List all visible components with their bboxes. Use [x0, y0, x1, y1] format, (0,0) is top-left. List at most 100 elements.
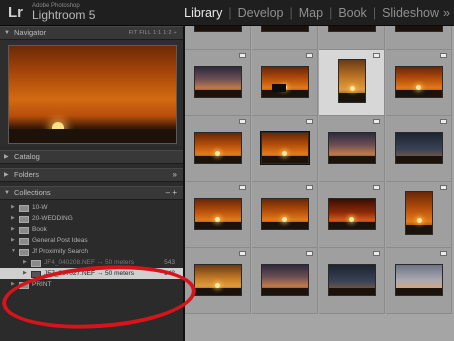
thumbnail-horizon [396, 156, 442, 163]
grid-cell[interactable] [185, 182, 251, 248]
add-remove-collection-icon[interactable]: – + [166, 187, 177, 199]
grid-cell[interactable] [386, 50, 452, 116]
navigator-header[interactable]: ▼ Navigator FIT FILL 1:1 1:2 ÷ [0, 26, 183, 40]
collections-header[interactable]: ▼ Collections – + [0, 186, 183, 200]
disclosure-triangle-icon[interactable]: ▼ [11, 246, 16, 257]
module-picker: Library | Develop | Map | Book | Slidesh… [182, 0, 454, 25]
thumbnail-horizon [396, 90, 442, 97]
photo-thumbnail[interactable] [260, 131, 310, 165]
grid-cell[interactable] [386, 248, 452, 314]
photo-thumbnail[interactable] [405, 191, 433, 235]
more-modules-icon[interactable]: » [441, 6, 454, 20]
metadata-badge-icon[interactable] [440, 53, 447, 58]
photo-thumbnail[interactable] [395, 66, 443, 98]
disclosure-triangle-icon[interactable]: ▶ [11, 279, 15, 290]
collection-item[interactable]: ▶ 20-WEDDING [0, 213, 183, 224]
metadata-badge-icon[interactable] [239, 53, 246, 58]
folders-header[interactable]: ▶ Folders » [0, 168, 183, 182]
grid-cell[interactable] [252, 248, 318, 314]
grid-cell[interactable] [185, 26, 251, 50]
metadata-badge-icon[interactable] [306, 185, 313, 190]
grid-cell[interactable] [185, 116, 251, 182]
photo-thumbnail[interactable] [194, 26, 242, 32]
metadata-badge-icon[interactable] [373, 251, 380, 256]
module-map[interactable]: Map [297, 6, 325, 20]
metadata-badge-icon[interactable] [440, 119, 447, 124]
grid-cell[interactable] [319, 182, 385, 248]
thumbnail-sun [282, 217, 287, 222]
photo-thumbnail[interactable] [261, 264, 309, 296]
module-library[interactable]: Library [182, 6, 224, 20]
collection-item[interactable]: ▶ Book [0, 224, 183, 235]
photo-thumbnail[interactable] [328, 198, 376, 230]
grid-cell[interactable] [185, 50, 251, 116]
disclosure-triangle-icon[interactable]: ▶ [23, 268, 27, 279]
metadata-badge-icon[interactable] [239, 185, 246, 190]
metadata-badge-icon[interactable] [373, 119, 380, 124]
folders-action-icon[interactable]: » [173, 169, 177, 181]
grid-cell[interactable] [252, 26, 318, 50]
module-slideshow[interactable]: Slideshow [380, 6, 441, 20]
photo-thumbnail[interactable] [328, 264, 376, 296]
photo-thumbnail[interactable] [194, 264, 242, 296]
photo-thumbnail[interactable] [194, 132, 242, 164]
collection-icon [19, 249, 29, 256]
metadata-badge-icon[interactable] [440, 251, 447, 256]
collection-item[interactable]: ▶ JF7_007027.NEF → 50 meters 548 [0, 268, 183, 279]
grid-cell[interactable] [386, 26, 452, 50]
navigator-zoom-options[interactable]: FIT FILL 1:1 1:2 ÷ [129, 27, 177, 39]
photo-thumbnail[interactable] [395, 26, 443, 32]
metadata-badge-icon[interactable] [239, 251, 246, 256]
disclosure-triangle-icon[interactable]: ▶ [11, 213, 15, 224]
catalog-header[interactable]: ▶ Catalog [0, 150, 183, 164]
disclosure-triangle-icon[interactable]: ▶ [23, 257, 27, 268]
metadata-badge-icon[interactable] [440, 185, 447, 190]
module-book[interactable]: Book [336, 6, 369, 20]
collection-item[interactable]: ▶ JF4_040208.NEF → 50 meters 543 [0, 257, 183, 268]
photo-thumbnail[interactable] [395, 264, 443, 296]
collection-item[interactable]: ▶ General Post Ideas [0, 235, 183, 246]
grid-cell[interactable] [319, 248, 385, 314]
disclosure-triangle-icon[interactable]: ▶ [11, 202, 15, 213]
thumbnail-sun [350, 86, 355, 91]
photo-thumbnail[interactable] [328, 132, 376, 164]
photo-thumbnail[interactable] [194, 66, 242, 98]
collection-label: PRINT [32, 281, 52, 288]
thumbnail-sun [416, 85, 421, 90]
navigator-preview[interactable] [0, 40, 183, 146]
metadata-badge-icon[interactable] [306, 53, 313, 58]
grid-cell[interactable] [319, 26, 385, 50]
photo-thumbnail[interactable] [261, 198, 309, 230]
thumbnail-sun [215, 151, 220, 156]
grid-cell[interactable] [319, 50, 385, 116]
collection-label: Book [32, 226, 47, 233]
photo-thumbnail[interactable] [261, 66, 309, 98]
grid-cell[interactable] [252, 182, 318, 248]
collection-icon [19, 205, 29, 212]
disclosure-triangle-icon[interactable]: ▶ [11, 224, 15, 235]
collection-item[interactable]: ▶ 10-W [0, 202, 183, 213]
collection-label: Jf Proximity Search [32, 248, 88, 255]
thumbnail-horizon [329, 156, 375, 163]
photo-thumbnail[interactable] [328, 26, 376, 32]
photo-thumbnail[interactable] [338, 59, 366, 103]
metadata-badge-icon[interactable] [373, 185, 380, 190]
collection-item[interactable]: ▶ PRINT [0, 279, 183, 290]
photo-thumbnail[interactable] [395, 132, 443, 164]
grid-cell[interactable] [252, 116, 318, 182]
module-develop[interactable]: Develop [236, 6, 286, 20]
grid-cell[interactable] [386, 182, 452, 248]
grid-cell[interactable] [386, 116, 452, 182]
metadata-badge-icon[interactable] [306, 119, 313, 124]
grid-cell[interactable] [252, 50, 318, 116]
disclosure-triangle-icon[interactable]: ▶ [11, 235, 15, 246]
folders-title: Folders [14, 170, 40, 179]
grid-cell[interactable] [185, 248, 251, 314]
metadata-badge-icon[interactable] [239, 119, 246, 124]
collection-item[interactable]: ▼ Jf Proximity Search [0, 246, 183, 257]
metadata-badge-icon[interactable] [306, 251, 313, 256]
photo-thumbnail[interactable] [261, 26, 309, 32]
grid-cell[interactable] [319, 116, 385, 182]
metadata-badge-icon[interactable] [373, 53, 380, 58]
photo-thumbnail[interactable] [194, 198, 242, 230]
